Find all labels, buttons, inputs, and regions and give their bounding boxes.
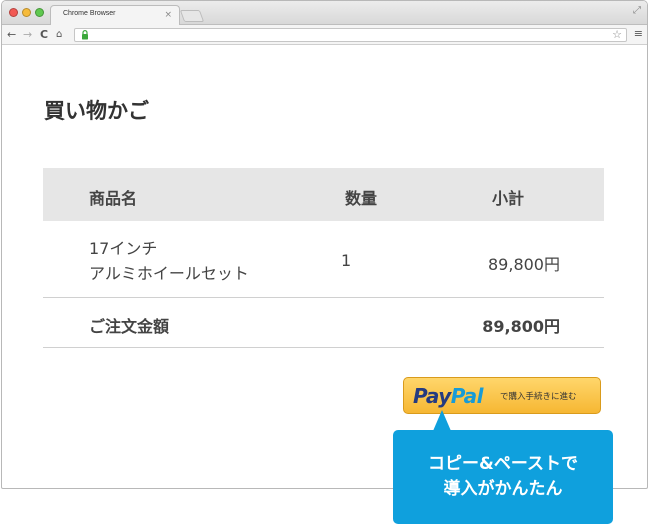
fullscreen-icon[interactable]: ⤢ [633, 5, 641, 16]
header-quantity: 数量 [345, 189, 378, 208]
header-product-name: 商品名 [89, 189, 138, 208]
title-bar: Chrome Browser × ⤢ [2, 1, 647, 26]
cart-table-header: 商品名 数量 小計 [43, 168, 604, 221]
maximize-window-button[interactable] [35, 8, 44, 17]
item-subtotal: 89,800円 [488, 255, 560, 274]
bookmark-star-icon[interactable]: ☆ [612, 28, 622, 41]
new-tab-button[interactable] [179, 10, 205, 22]
home-icon[interactable]: ⌂ [56, 28, 62, 41]
item-quantity: 1 [341, 251, 352, 270]
order-total-row: ご注文金額 89,800円 [43, 298, 604, 348]
cart-item-row: 17インチ アルミホイールセット 1 89,800円 [43, 221, 604, 298]
callout-line2: 導入がかんたん [443, 479, 563, 499]
tab-title: Chrome Browser [63, 10, 116, 17]
close-window-button[interactable] [9, 8, 18, 17]
paypal-checkout-button[interactable]: PayPal で購入手続きに進む [403, 377, 601, 414]
browser-tab[interactable]: Chrome Browser × [50, 5, 180, 26]
lock-icon [82, 30, 88, 40]
item-name: 17インチ アルミホイールセット [89, 236, 249, 286]
paypal-button-text: で購入手続きに進む [500, 392, 577, 402]
address-bar[interactable]: ☆ [74, 28, 627, 42]
callout-line1: コピー&ペーストで [428, 454, 578, 474]
browser-window: Chrome Browser × ⤢ ← → C ⌂ ☆ ≡ 買い物かご 商品名… [1, 0, 648, 489]
item-name-line2: アルミホイールセット [89, 264, 249, 283]
forward-icon[interactable]: → [23, 28, 32, 41]
browser-toolbar: ← → C ⌂ ☆ ≡ [2, 25, 647, 45]
minimize-window-button[interactable] [22, 8, 31, 17]
header-subtotal: 小計 [492, 189, 525, 208]
tab-close-icon[interactable]: × [164, 9, 172, 21]
paypal-logo-pay: Pay [413, 384, 451, 408]
paypal-logo-pal: Pal [450, 384, 484, 408]
page-title: 買い物かご [44, 99, 149, 123]
callout-pointer [433, 410, 451, 431]
order-total-label: ご注文金額 [89, 317, 170, 336]
menu-icon[interactable]: ≡ [634, 27, 643, 40]
cart-table: 商品名 数量 小計 17インチ アルミホイールセット 1 89,800円 ご注文… [43, 168, 604, 348]
paypal-logo: PayPal [413, 384, 484, 408]
callout-text: コピー&ペーストで 導入がかんたん [393, 452, 613, 502]
reload-icon[interactable]: C [40, 28, 48, 41]
item-name-line1: 17インチ [89, 239, 158, 258]
back-icon[interactable]: ← [7, 28, 16, 41]
callout-balloon: コピー&ペーストで 導入がかんたん [393, 430, 613, 524]
order-total-value: 89,800円 [482, 317, 560, 336]
